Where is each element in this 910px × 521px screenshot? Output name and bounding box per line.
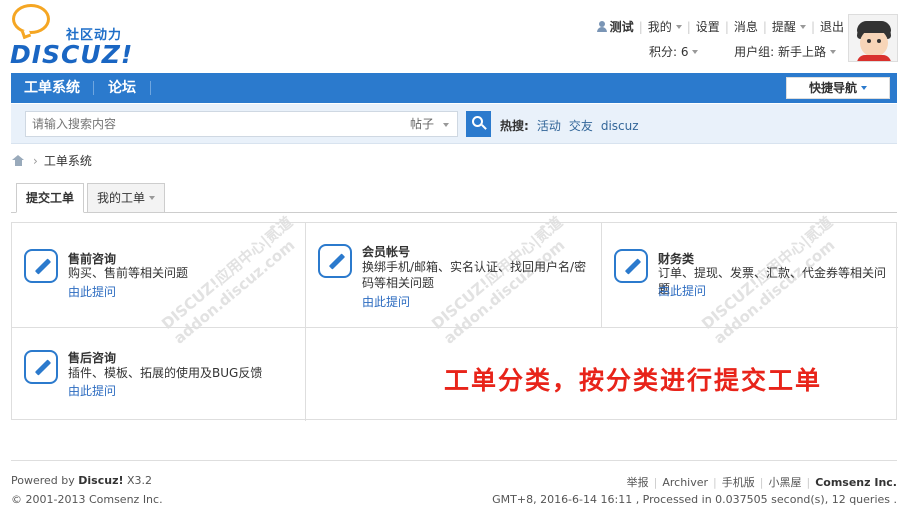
user-group-label: 用户组: 新手上路 xyxy=(734,45,826,59)
chevron-down-icon xyxy=(443,123,449,127)
my-link[interactable]: 我的 xyxy=(648,18,672,35)
avatar-hair xyxy=(857,21,891,33)
reminders-link[interactable]: 提醒 xyxy=(772,18,796,35)
category-card: 售后咨询 插件、模板、拓展的使用及BUG反馈 由此提问 xyxy=(12,328,305,421)
hot-search-label: 热搜: xyxy=(500,119,529,133)
ask-link[interactable]: 由此提问 xyxy=(68,382,116,399)
tab-label: 我的工单 xyxy=(96,191,145,205)
divider: | xyxy=(724,20,729,34)
points-link[interactable]: 积分: 6 xyxy=(649,43,699,60)
hot-link-discuz[interactable]: discuz xyxy=(601,119,639,133)
logo[interactable]: 社区动力 DISCUZ! xyxy=(8,4,138,69)
footer-divider xyxy=(11,460,897,461)
quick-nav-button[interactable]: 快捷导航 xyxy=(786,77,890,99)
nav-item-ticket-system[interactable]: 工单系统 xyxy=(11,73,93,103)
category-desc: 购买、售前等相关问题 xyxy=(68,266,189,280)
search-input[interactable] xyxy=(25,111,403,137)
divider: | xyxy=(762,20,767,34)
divider: | xyxy=(713,476,717,489)
avatar-eye xyxy=(877,39,881,43)
tab-my-tickets[interactable]: 我的工单 xyxy=(87,183,165,213)
avatar-eye xyxy=(867,39,871,43)
logout-link[interactable]: 退出 xyxy=(820,18,844,35)
ask-link[interactable]: 由此提问 xyxy=(362,293,410,310)
edit-icon xyxy=(614,249,648,283)
powered-prefix: Powered by xyxy=(11,474,75,487)
avatar-body xyxy=(857,55,891,61)
settings-link[interactable]: 设置 xyxy=(696,18,720,35)
breadcrumb: › 工单系统 xyxy=(12,152,92,169)
chevron-right-icon: › xyxy=(33,154,38,168)
breadcrumb-current[interactable]: 工单系统 xyxy=(44,154,92,168)
main-nav: 工单系统 论坛 xyxy=(11,73,897,103)
divider: | xyxy=(759,476,764,489)
points-label: 积分: 6 xyxy=(648,45,689,59)
edit-icon xyxy=(24,249,58,283)
divider: | xyxy=(653,476,658,489)
logo-bubble-icon xyxy=(12,4,50,34)
chevron-down-icon xyxy=(830,50,836,54)
category-desc: 换绑手机/邮箱、实名认证、找回用户名/密码等相关问题 xyxy=(362,260,587,290)
category-card: 会员帐号 换绑手机/邮箱、实名认证、找回用户名/密码等相关问题 由此提问 xyxy=(306,223,601,327)
nav-item-forum[interactable]: 论坛 xyxy=(94,73,150,103)
pen-shape xyxy=(34,359,52,376)
avatar-face xyxy=(860,29,888,57)
user-icon xyxy=(596,21,607,32)
mobile-link[interactable]: 手机版 xyxy=(722,476,755,489)
footer-copyright: © 2001-2013 Comsenz Inc. xyxy=(11,493,163,506)
logo-brand: DISCUZ! xyxy=(10,40,134,69)
divider: | xyxy=(686,20,691,34)
divider: | xyxy=(810,20,815,34)
pen-shape xyxy=(328,253,346,270)
nav-divider xyxy=(150,81,151,95)
category-card: 财务类 订单、提现、发票、汇款、代金券等相关问题 由此提问 xyxy=(602,223,898,327)
username-link[interactable]: 测试 xyxy=(610,18,634,35)
user-nav: 测试 | 我的 | 设置 | 消息 | 提醒 | 退出 xyxy=(596,18,844,35)
chevron-down-icon xyxy=(692,50,699,54)
hot-link-dating[interactable]: 交友 xyxy=(569,119,593,133)
category-title: 售后咨询 xyxy=(68,351,117,365)
discuz-link[interactable]: Discuz! xyxy=(78,474,123,487)
footer-stats: GMT+8, 2016-6-14 16:11 , Processed in 0.… xyxy=(492,493,897,506)
edit-icon xyxy=(24,350,58,384)
search-bar: 帖子 热搜: 活动交友 discuz xyxy=(11,104,897,144)
chevron-down-icon xyxy=(149,196,155,200)
footer-links: 举报 | Archiver | 手机版 | 小黑屋 | Comsenz Inc. xyxy=(627,474,897,490)
archiver-link[interactable]: Archiver xyxy=(662,476,708,489)
chevron-down-icon xyxy=(675,25,682,29)
pen-shape xyxy=(34,258,52,275)
blackroom-link[interactable]: 小黑屋 xyxy=(768,476,801,489)
home-icon[interactable] xyxy=(12,155,25,166)
footer-powered: Powered by Discuz! X3.2 xyxy=(11,474,152,487)
category-card: 售前咨询 购买、售前等相关问题 由此提问 xyxy=(12,223,305,327)
divider: | xyxy=(806,476,811,489)
user-group-link[interactable]: 用户组: 新手上路 xyxy=(734,43,836,60)
version: X3.2 xyxy=(127,474,153,487)
search-type-select[interactable]: 帖子 xyxy=(402,111,458,137)
chevron-down-icon xyxy=(799,25,806,29)
ask-link[interactable]: 由此提问 xyxy=(68,283,116,300)
messages-link[interactable]: 消息 xyxy=(734,18,758,35)
search-type-value: 帖子 xyxy=(410,117,435,131)
quick-nav-label: 快捷导航 xyxy=(808,81,857,95)
ask-link[interactable]: 由此提问 xyxy=(658,282,706,299)
divider: | xyxy=(638,20,643,34)
chevron-down-icon xyxy=(861,86,867,90)
search-icon-handle xyxy=(481,124,487,130)
annotation-text: 工单分类，按分类进行提交工单 xyxy=(444,366,823,395)
tab-submit-ticket[interactable]: 提交工单 xyxy=(16,183,84,213)
header: 社区动力 DISCUZ! 测试 | 我的 | 设置 | 消息 | 提醒 | 退出 积分: 6 用户组… xyxy=(0,0,910,72)
edit-icon xyxy=(318,244,352,278)
hot-search: 热搜: 活动 交友 discuz xyxy=(500,117,647,134)
avatar[interactable] xyxy=(848,14,898,62)
search-button[interactable] xyxy=(466,111,491,137)
category-desc: 插件、模板、拓展的使用及BUG反馈 xyxy=(68,366,263,380)
user-info: 积分: 6 用户组: 新手上路 xyxy=(649,43,836,60)
pen-shape xyxy=(624,258,642,275)
category-title: 会员帐号 xyxy=(362,245,411,259)
hot-link-activity[interactable]: 活动 xyxy=(537,119,561,133)
company-link[interactable]: Comsenz Inc. xyxy=(815,476,897,489)
report-link[interactable]: 举报 xyxy=(627,476,649,489)
tab-bar: 提交工单 我的工单 xyxy=(11,182,897,213)
